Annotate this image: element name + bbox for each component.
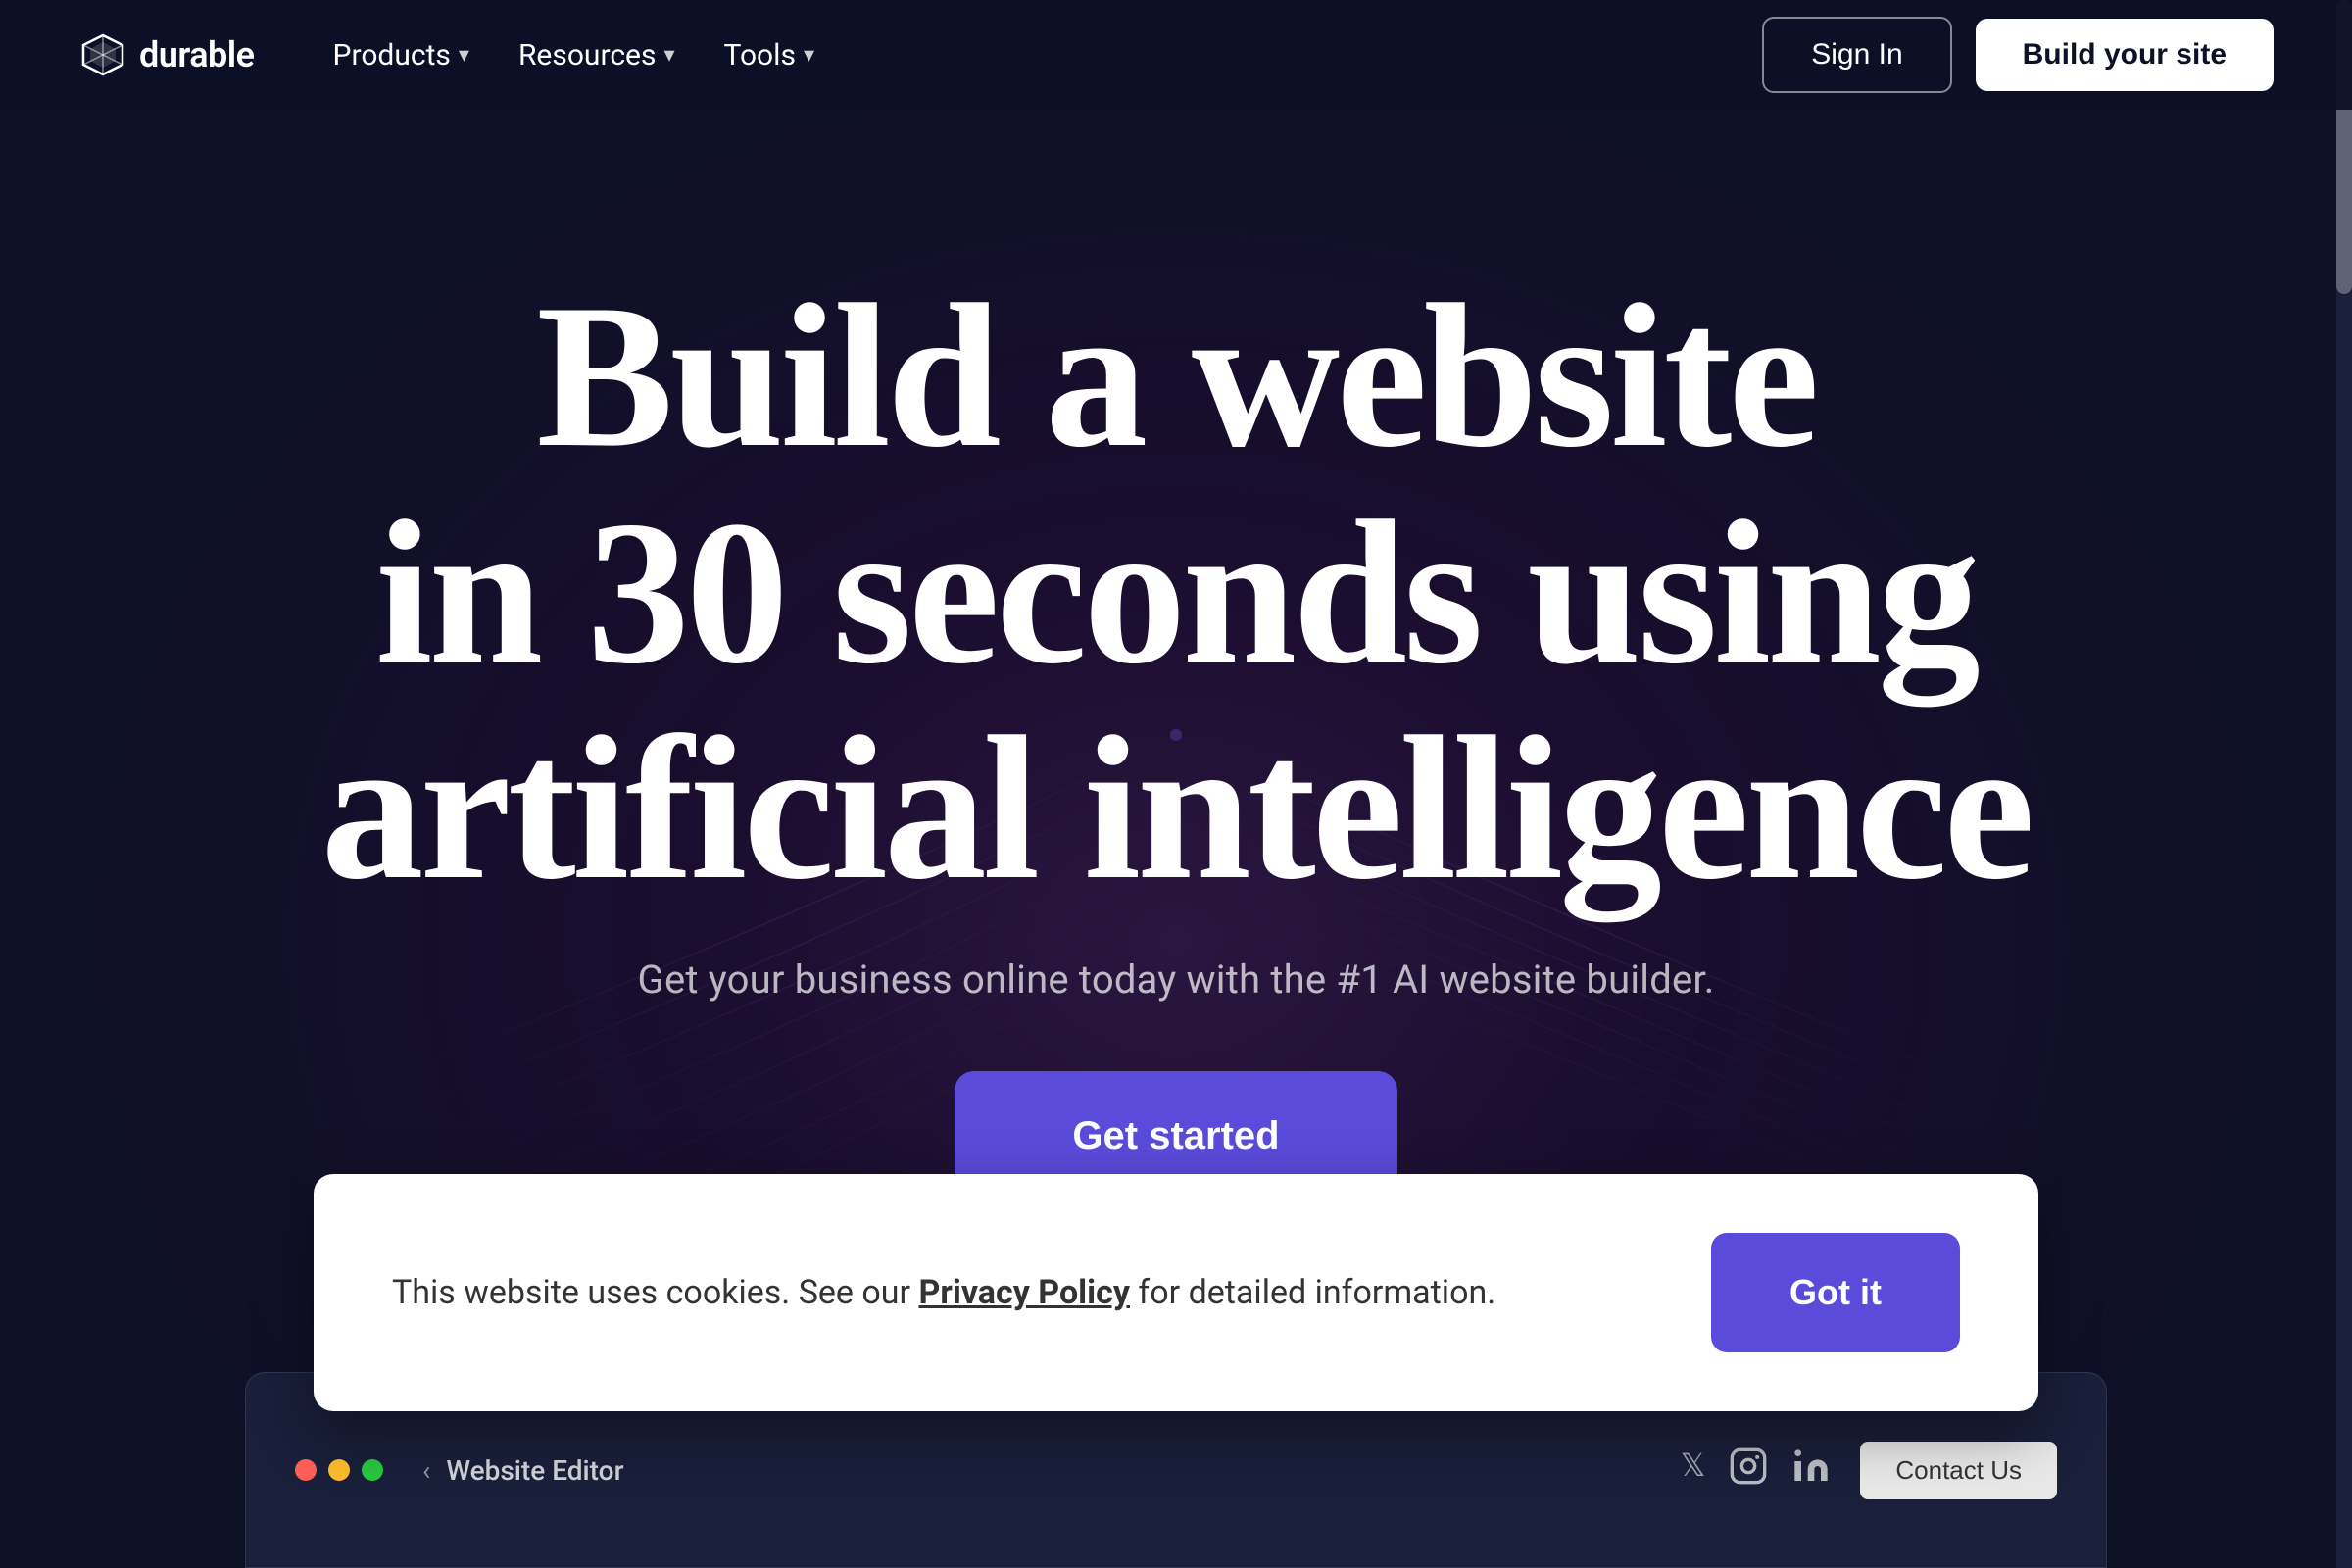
tools-chevron-icon: ▾ bbox=[804, 43, 814, 68]
hero-title-line1: Build a website bbox=[536, 263, 1815, 490]
browser-dot-yellow bbox=[328, 1459, 350, 1481]
cookie-text-prefix: This website uses cookies. See our bbox=[392, 1273, 918, 1312]
got-it-button[interactable]: Got it bbox=[1711, 1233, 1960, 1352]
browser-dot-green bbox=[362, 1459, 383, 1481]
durable-logo-icon bbox=[78, 30, 127, 79]
hero-content: Build a website in 30 seconds using arti… bbox=[243, 269, 2110, 1201]
nav-item-products[interactable]: Products ▾ bbox=[314, 28, 489, 82]
nav-tools-label: Tools bbox=[724, 38, 796, 73]
cookie-text: This website uses cookies. See our Priva… bbox=[392, 1268, 1495, 1318]
instagram-icon[interactable] bbox=[1729, 1446, 1768, 1494]
website-editor-label: Website Editor bbox=[446, 1454, 623, 1487]
cookie-text-suffix: for detailed information. bbox=[1130, 1273, 1495, 1312]
linkedin-icon[interactable] bbox=[1791, 1446, 1831, 1494]
scrollbar[interactable] bbox=[2336, 0, 2352, 1568]
resources-chevron-icon: ▾ bbox=[663, 43, 674, 68]
twitter-icon[interactable]: 𝕏 bbox=[1681, 1446, 1706, 1494]
cookie-banner: This website uses cookies. See our Priva… bbox=[314, 1174, 2038, 1411]
nav-products-label: Products bbox=[333, 38, 451, 73]
hero-subtitle: Get your business online today with the … bbox=[321, 956, 2032, 1003]
nav-item-resources[interactable]: Resources ▾ bbox=[499, 28, 695, 82]
hero-title: Build a website in 30 seconds using arti… bbox=[321, 269, 2032, 917]
build-your-site-button[interactable]: Build your site bbox=[1976, 19, 2274, 91]
contact-us-button[interactable]: Contact Us bbox=[1860, 1442, 2057, 1499]
browser-toolbar-right: 𝕏 Contact Us bbox=[1681, 1442, 2057, 1499]
browser-dots bbox=[295, 1459, 383, 1481]
logo[interactable]: durable bbox=[78, 30, 255, 79]
hero-title-line2: in 30 seconds using bbox=[375, 479, 1977, 707]
hero-title-line3: artificial intelligence bbox=[321, 695, 2032, 922]
nav-resources-label: Resources bbox=[518, 38, 657, 73]
social-icons: 𝕏 bbox=[1681, 1446, 1832, 1494]
sign-in-button[interactable]: Sign In bbox=[1762, 17, 1951, 93]
back-button[interactable]: ‹ bbox=[422, 1454, 430, 1487]
privacy-policy-link[interactable]: Privacy Policy bbox=[918, 1273, 1130, 1312]
nav-links: Products ▾ Resources ▾ Tools ▾ bbox=[314, 28, 834, 82]
browser-dot-red bbox=[295, 1459, 317, 1481]
navbar-right: Sign In Build your site bbox=[1762, 17, 2274, 93]
products-chevron-icon: ▾ bbox=[459, 43, 469, 68]
navbar: durable Products ▾ Resources ▾ Tools ▾ S… bbox=[0, 0, 2352, 110]
navbar-left: durable Products ▾ Resources ▾ Tools ▾ bbox=[78, 28, 834, 82]
logo-text: durable bbox=[139, 34, 255, 75]
nav-item-tools[interactable]: Tools ▾ bbox=[705, 28, 835, 82]
